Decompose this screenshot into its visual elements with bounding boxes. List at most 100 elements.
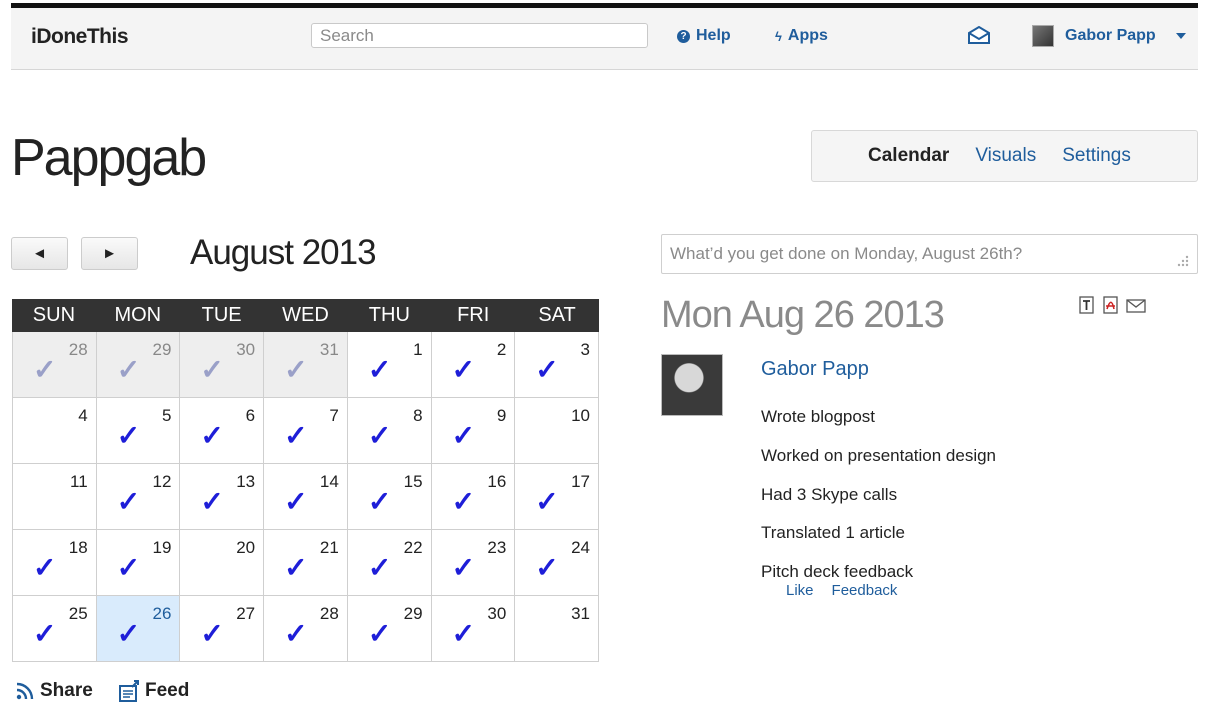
done-entry-input[interactable] (661, 234, 1198, 274)
feedback-link[interactable]: Feedback (832, 582, 898, 599)
calendar-day[interactable]: 4 (13, 398, 97, 464)
tab-visuals[interactable]: Visuals (975, 145, 1036, 167)
calendar-day[interactable]: 18 ✓ (13, 530, 97, 596)
calendar-day-number: 17 (571, 472, 590, 491)
calendar-day[interactable]: 21 ✓ (264, 530, 348, 596)
checkmark-icon: ✓ (200, 618, 224, 649)
checkmark-icon: ✓ (33, 618, 57, 649)
weekday-sun: SUN (32, 304, 76, 326)
share-link[interactable]: Share (16, 680, 93, 702)
calendar-day[interactable]: 12 ✓ (96, 464, 181, 530)
calendar-grid: 28 ✓ 29 ✓ 30 ✓ 31 ✓ 1 ✓ 2 ✓ 3 ✓ 4 5 ✓ 6 ✓ 7 ✓ 8 ✓ 9 ✓ 10 11 12 ✓ 13 ✓ 1… (12, 332, 599, 662)
like-link[interactable]: Like (786, 582, 814, 599)
calendar-day-number: 22 (403, 538, 423, 557)
done-item: Worked on presentation design (761, 445, 997, 465)
calendar-day[interactable]: 30 ✓ (180, 332, 265, 398)
month-title: August 2013 (190, 233, 377, 272)
done-item: Translated 1 article (761, 523, 905, 543)
author-avatar[interactable] (661, 354, 723, 416)
calendar-day[interactable]: 15 ✓ (347, 464, 432, 530)
calendar-day[interactable]: 23 ✓ (431, 530, 516, 596)
calendar-day[interactable]: 2 ✓ (431, 332, 516, 398)
calendar-day[interactable]: 30 ✓ (431, 596, 516, 662)
mail-icon[interactable] (968, 26, 990, 44)
calendar-day[interactable]: 22 ✓ (347, 530, 432, 596)
tab-calendar[interactable]: Calendar (868, 145, 949, 167)
caret-down-icon[interactable] (1176, 33, 1186, 39)
calendar-day[interactable]: 13 ✓ (180, 464, 265, 530)
export-icons (1078, 296, 1146, 314)
weekday-wed: WED (282, 304, 329, 326)
calendar-day-number: 25 (68, 604, 88, 623)
calendar-day[interactable]: 28 ✓ (264, 596, 348, 662)
feed-link[interactable]: Feed (119, 680, 189, 702)
calendar-day[interactable]: 9 ✓ (431, 398, 516, 464)
calendar-day[interactable]: 31 ✓ (264, 332, 348, 398)
search-input[interactable] (311, 23, 648, 48)
checkmark-icon: ✓ (284, 486, 308, 517)
resize-grip-icon[interactable] (1174, 254, 1190, 268)
author-name-link[interactable]: Gabor Papp (761, 358, 869, 381)
share-label: Share (40, 680, 93, 701)
calendar-day[interactable]: 3 ✓ (515, 332, 599, 398)
calendar-day[interactable]: 11 (13, 464, 97, 530)
calendar-weekday-header: SUN MON TUE WED THU FRI SAT (12, 299, 599, 332)
calendar-day[interactable]: 16 ✓ (431, 464, 516, 530)
calendar-day[interactable]: 20 (180, 530, 265, 596)
weekday-mon: MON (114, 304, 162, 326)
pdf-icon[interactable] (1102, 296, 1120, 314)
checkmark-icon: ✓ (33, 552, 57, 583)
calendar-day-number: 6 (245, 406, 256, 425)
checkmark-icon: ✓ (200, 354, 224, 385)
next-month-button[interactable]: ► (81, 237, 138, 270)
calendar-day[interactable]: 28 ✓ (13, 332, 97, 398)
calendar-day[interactable]: 1 ✓ (347, 332, 432, 398)
calendar-day[interactable]: 19 ✓ (96, 530, 181, 596)
calendar-day[interactable]: 17 ✓ (515, 464, 599, 530)
calendar-day[interactable]: 5 ✓ (96, 398, 181, 464)
checkmark-icon: ✓ (367, 354, 392, 385)
calendar-day[interactable]: 25 ✓ (13, 596, 97, 662)
calendar-day[interactable]: 29 ✓ (96, 332, 181, 398)
checkmark-icon: ✓ (116, 618, 141, 649)
prev-month-button[interactable]: ◄ (11, 237, 68, 270)
calendar-day[interactable]: 6 ✓ (180, 398, 265, 464)
apps-label: Apps (787, 27, 828, 44)
calendar-day-number: 26 (152, 604, 172, 623)
text-doc-icon[interactable] (1078, 296, 1096, 314)
calendar-day[interactable]: 7 ✓ (264, 398, 348, 464)
calendar-day-number: 27 (236, 604, 256, 623)
avatar[interactable] (1032, 25, 1054, 47)
calendar-day-number: 8 (413, 406, 423, 425)
calendar-day-number: 11 (70, 472, 88, 491)
day-title: Mon Aug 26 2013 (661, 294, 945, 336)
calendar-day[interactable]: 14 ✓ (264, 464, 348, 530)
calendar-day[interactable]: 27 ✓ (180, 596, 265, 662)
checkmark-icon: ✓ (284, 420, 308, 451)
tab-settings[interactable]: Settings (1062, 145, 1131, 167)
envelope-icon[interactable] (1126, 296, 1146, 314)
checkmark-icon: ✓ (367, 420, 392, 451)
help-icon: ? (677, 29, 690, 43)
done-list: Wrote blogpost Worked on presentation de… (761, 406, 996, 600)
checkmark-icon: ✓ (451, 420, 476, 451)
calendar-day[interactable]: 31 (515, 596, 599, 662)
calendar-day[interactable]: 29 ✓ (347, 596, 432, 662)
checkmark-icon: ✓ (200, 486, 224, 517)
user-menu-link[interactable]: Gabor Papp (1065, 27, 1156, 45)
page-title: Pappgab (11, 129, 207, 187)
calendar-day-number: 9 (496, 406, 507, 425)
weekday-sat: SAT (538, 304, 576, 326)
calendar-day-selected[interactable]: 26 ✓ (96, 596, 181, 662)
view-tabs: Calendar Visuals Settings (811, 130, 1198, 182)
calendar-day-number: 28 (319, 604, 339, 623)
calendar-day-number: 10 (571, 406, 590, 425)
apps-link[interactable]: ϟ Apps (775, 27, 828, 45)
checkmark-icon: ✓ (284, 552, 308, 583)
calendar-day[interactable]: 24 ✓ (515, 530, 599, 596)
brand-logo[interactable]: iDoneThis (31, 25, 129, 49)
help-link[interactable]: ? Help (677, 27, 731, 45)
calendar-day[interactable]: 8 ✓ (347, 398, 432, 464)
calendar-day-number: 23 (487, 538, 507, 557)
calendar-day[interactable]: 10 (515, 398, 599, 464)
